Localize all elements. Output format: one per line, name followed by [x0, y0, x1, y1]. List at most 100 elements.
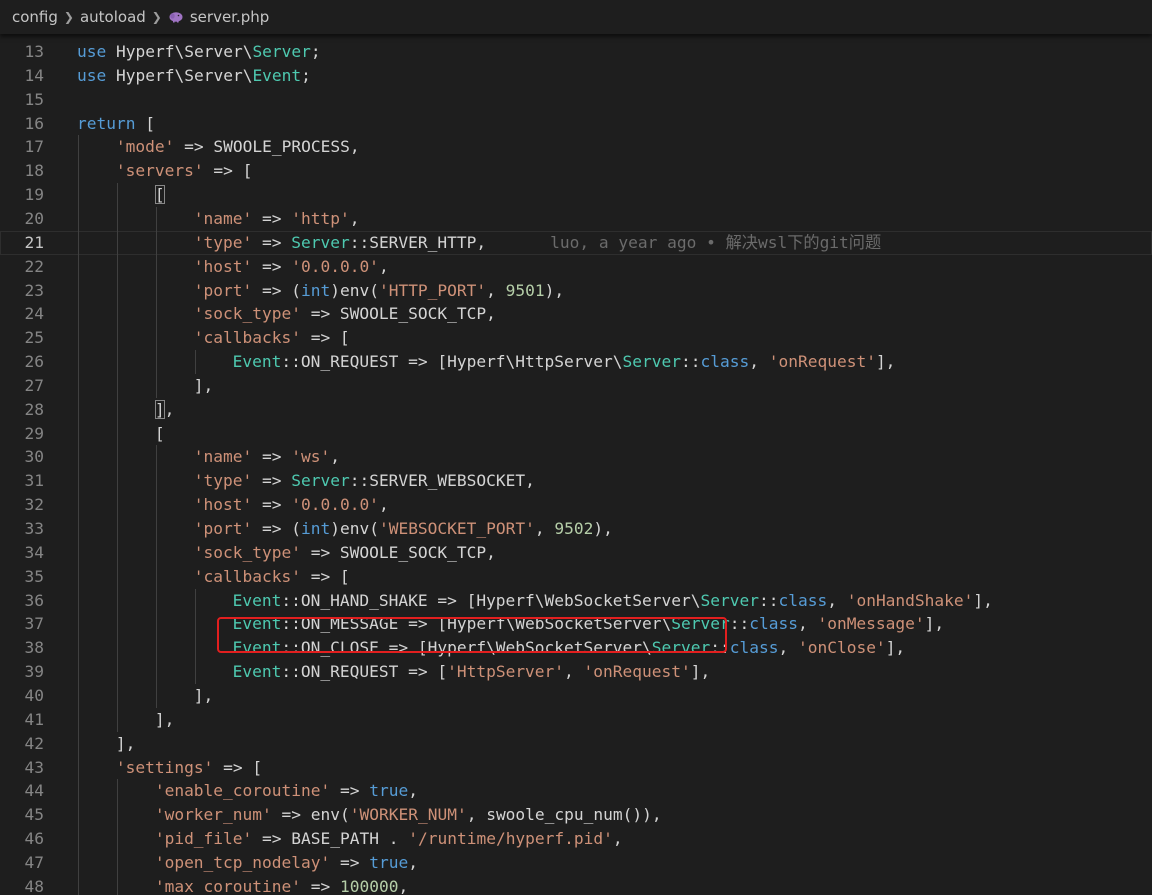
code-token: 9502 — [554, 519, 594, 538]
code-line[interactable]: 15 — [0, 88, 1152, 112]
code-token: , — [778, 638, 798, 658]
code-line[interactable]: 35 'callbacks' => [ — [0, 565, 1152, 589]
code-token: => SWOOLE_PROCESS, — [174, 137, 360, 157]
code-line[interactable]: 46 'pid_file' => BASE_PATH . '/runtime/hy… — [0, 827, 1152, 851]
code-text: 'name' => 'ws', — [194, 445, 340, 469]
code-token: 'HttpServer' — [447, 662, 565, 682]
code-token: 'onHandShake' — [846, 590, 974, 610]
annotation-highlight-box — [217, 617, 727, 653]
code-token: ], — [193, 685, 214, 705]
code-line[interactable]: 42], — [0, 732, 1152, 756]
code-line[interactable]: 14 use Hyperf\Server\Event; — [0, 64, 1152, 88]
code-text: 'name' => 'http', — [194, 207, 360, 231]
code-token: [ — [154, 423, 165, 443]
code-token: => [ — [203, 161, 253, 181]
code-token: 'pid_file' — [154, 829, 253, 849]
code-line[interactable]: 45 'worker_num' => env('WORKER_NUM', swoo… — [0, 803, 1152, 827]
line-number: 29 — [24, 423, 45, 443]
code-token: 'max_coroutine' — [154, 876, 302, 895]
code-token: [ — [154, 185, 165, 205]
code-line[interactable]: 40], — [0, 684, 1152, 708]
line-number: 21 — [24, 232, 45, 252]
code-token: Hyperf\Server\ — [106, 42, 253, 61]
code-line[interactable]: 16 return [ — [0, 112, 1152, 136]
code-line[interactable]: 34 'sock_type' => SWOOLE_SOCK_TCP, — [0, 541, 1152, 565]
code-token: => — [301, 876, 340, 895]
code-token: return — [77, 113, 136, 133]
code-token: Server — [291, 471, 350, 491]
code-token: Server — [700, 590, 759, 610]
code-token: , — [827, 590, 847, 610]
code-text: Event::ON_REQUEST => [Hyperf\HttpServer\… — [233, 350, 896, 374]
line-number: 22 — [24, 256, 45, 276]
code-token: 'callbacks' — [193, 328, 301, 348]
code-line[interactable]: 47 'open_tcp_nodelay' => true, — [0, 851, 1152, 875]
line-number: 24 — [24, 304, 45, 324]
code-line[interactable]: 43 'settings' => [ — [0, 756, 1152, 780]
code-token: Server — [252, 42, 311, 61]
code-line[interactable]: 27], — [0, 374, 1152, 398]
code-line[interactable]: 29 [ — [0, 422, 1152, 446]
code-line[interactable]: 44 'enable_coroutine' => true, — [0, 779, 1152, 803]
code-line[interactable]: 39 Event::ON_REQUEST => ['HttpServer', 'o… — [0, 660, 1152, 684]
line-number: 34 — [24, 542, 45, 562]
code-line[interactable]: 21 'type' => Server::SERVER_HTTP, luo, a y… — [0, 231, 1152, 255]
code-line[interactable]: 30 'name' => 'ws', — [0, 445, 1152, 469]
code-line[interactable]: 41], — [0, 708, 1152, 732]
code-line[interactable]: 19 [ — [0, 183, 1152, 207]
indent-guide — [78, 135, 79, 895]
code-token: 'sock_type' — [193, 304, 301, 324]
code-token: 'mode' — [115, 137, 175, 157]
code-token: Event — [252, 65, 302, 85]
code-line[interactable]: 36 Event::ON_HAND_SHAKE => [Hyperf\WebSoc… — [0, 589, 1152, 613]
code-token: ), — [544, 280, 565, 300]
code-token: ], — [690, 662, 711, 682]
code-token: , — [612, 829, 623, 849]
code-token: 'settings' — [115, 757, 214, 777]
code-line[interactable]: 22 'host' => '0.0.0.0', — [0, 255, 1152, 279]
code-line[interactable]: 18 'servers' => [ — [0, 159, 1152, 183]
indent-guide — [194, 588, 196, 684]
code-line[interactable]: 20 'name' => 'http', — [0, 207, 1152, 231]
code-token: 'worker_num' — [154, 805, 272, 825]
code-line[interactable]: 33 'port' => (int)env('WEBSOCKET_PORT', 9… — [0, 517, 1152, 541]
code-line[interactable]: 17 'mode' => SWOOLE_PROCESS, — [0, 135, 1152, 159]
code-line[interactable]: 25 'callbacks' => [ — [0, 326, 1152, 350]
code-token: ), — [593, 519, 613, 538]
code-token: ::ON_REQUEST => [ — [281, 662, 448, 682]
code-token: , — [749, 352, 769, 372]
code-line[interactable]: 28], — [0, 398, 1152, 422]
code-text: 'max_coroutine' => 100000, — [155, 875, 408, 895]
code-text: 'enable_coroutine' => true, — [155, 779, 418, 803]
code-text: 'type' => Server::SERVER_WEBSOCKET, — [194, 469, 535, 493]
code-token: 'HTTP_PORT' — [378, 280, 487, 300]
code-token: ], — [154, 709, 175, 729]
line-number: 48 — [24, 876, 45, 895]
code-line[interactable]: 32 'host' => '0.0.0.0', — [0, 493, 1152, 517]
code-token: Hyperf\Server\ — [106, 65, 253, 85]
code-token: => — [252, 447, 292, 467]
code-token: 'port' — [193, 519, 253, 538]
code-text: 'servers' => [ — [116, 159, 252, 183]
code-line[interactable]: 23 'port' => (int)env('HTTP_PORT', 9501), — [0, 279, 1152, 303]
code-token: ] — [154, 399, 165, 419]
code-editor[interactable]: 13 use Hyperf\Server\Server; 14 use Hyperf\… — [0, 40, 1152, 895]
code-token: 'http' — [291, 208, 350, 228]
code-line[interactable]: 13 use Hyperf\Server\Server; — [0, 40, 1152, 64]
line-number: 37 — [24, 614, 45, 634]
code-token: ; — [310, 42, 321, 61]
code-line[interactable]: 24 'sock_type' => SWOOLE_SOCK_TCP, — [0, 302, 1152, 326]
code-line[interactable]: 31 'type' => Server::SERVER_WEBSOCKET, — [0, 469, 1152, 493]
code-token: 100000 — [340, 876, 399, 895]
code-line[interactable]: 26 Event::ON_REQUEST => [Hyperf\HttpServe… — [0, 350, 1152, 374]
code-text: ], — [194, 684, 214, 708]
code-token: ], — [875, 352, 896, 372]
code-token: => [ — [213, 757, 263, 777]
code-token: true — [369, 852, 409, 872]
breadcrumb-item-config[interactable]: config — [12, 8, 58, 26]
code-line[interactable]: 48 'max_coroutine' => 100000, — [0, 875, 1152, 895]
breadcrumb-item-server-php[interactable]: server.php — [190, 8, 269, 26]
code-token: => [ — [300, 566, 350, 586]
chevron-right-icon: ❯ — [151, 10, 162, 24]
breadcrumb-item-autoload[interactable]: autoload — [80, 8, 146, 26]
